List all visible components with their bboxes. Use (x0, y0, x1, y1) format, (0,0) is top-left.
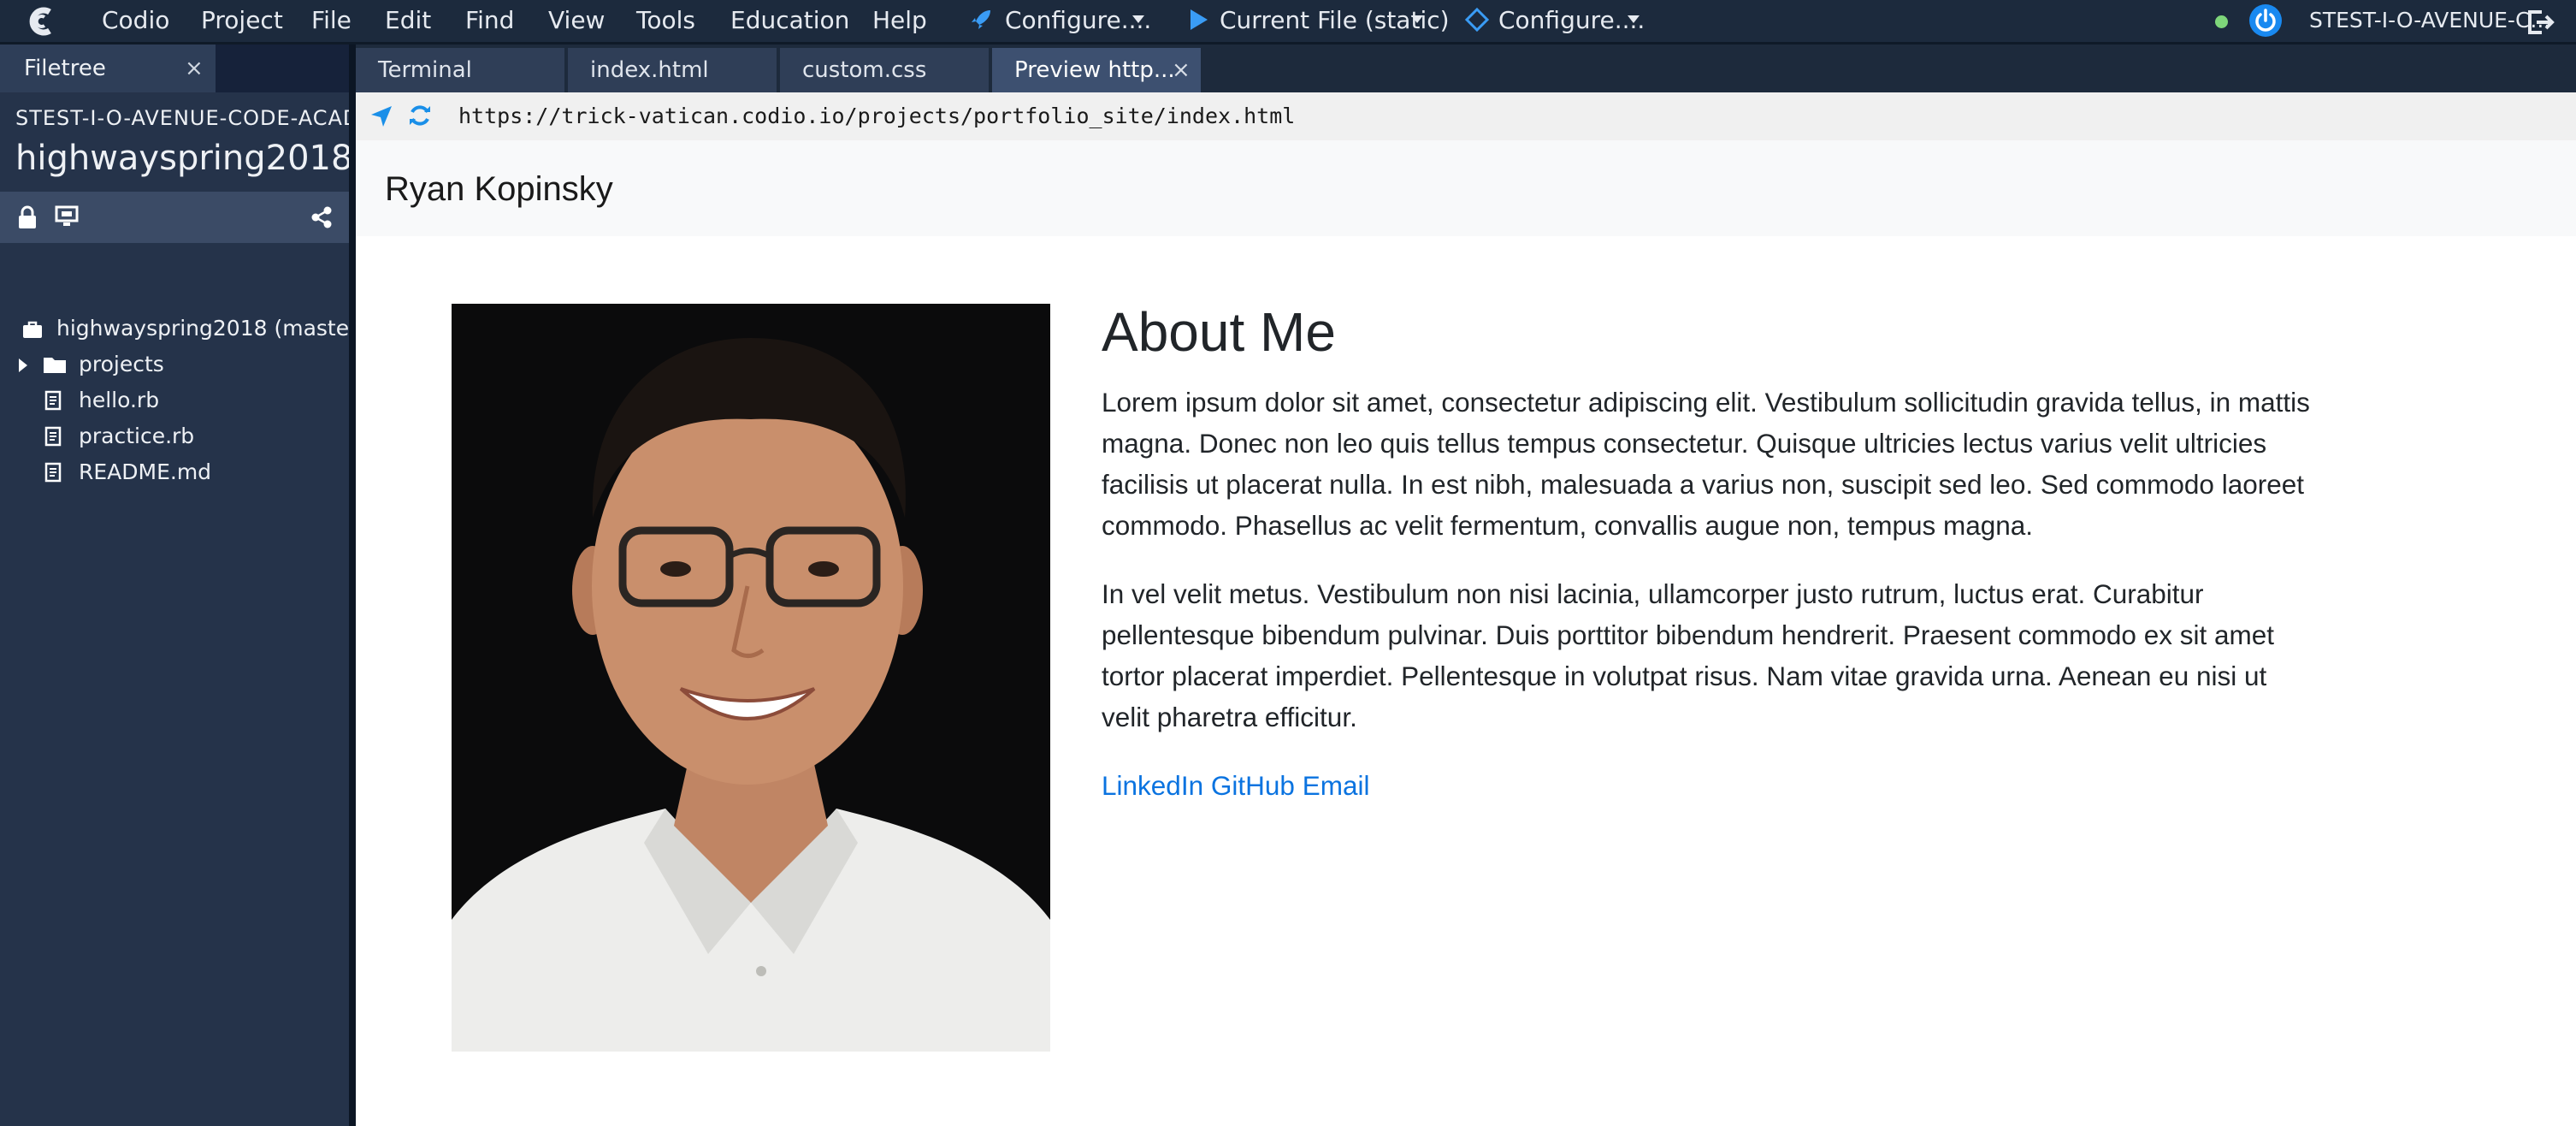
tab-terminal[interactable]: Terminal (356, 48, 564, 92)
folder-icon (44, 358, 66, 373)
box-name: highwayspring2018 (15, 139, 353, 178)
preview-page: Ryan Kopinsky About Me Lorem ipsum dolor… (356, 140, 2576, 1126)
tab-index-html[interactable]: index.html (568, 48, 777, 92)
lock-icon[interactable] (17, 205, 38, 229)
share-icon[interactable] (310, 205, 334, 229)
menu-file[interactable]: File (311, 5, 352, 36)
tree-item-label: practice.rb (79, 424, 195, 448)
configure-right-button[interactable]: Configure.... (1498, 5, 1645, 36)
caret-right-icon[interactable] (17, 358, 29, 373)
chevron-down-icon[interactable] (1411, 15, 1423, 23)
power-button[interactable] (2249, 4, 2282, 37)
status-indicator (2215, 15, 2228, 28)
navigate-icon[interactable] (369, 104, 393, 128)
menu-edit[interactable]: Edit (385, 5, 431, 36)
menu-tools[interactable]: Tools (636, 5, 695, 36)
tab-label: Preview http... (1014, 57, 1175, 83)
codio-logo-icon[interactable] (26, 5, 58, 38)
tree-item-label: hello.rb (79, 388, 160, 412)
organization-name: STEST-I-O-AVENUE-CODE-ACADEMY (15, 106, 349, 130)
tab-label: index.html (590, 57, 709, 83)
chevron-down-icon[interactable] (1132, 15, 1144, 23)
social-links: LinkedIn GitHub Email (1102, 765, 1369, 806)
tab-filetree[interactable]: Filetree × (0, 44, 216, 92)
chevron-down-icon[interactable] (1628, 15, 1640, 23)
menu-bar: Codio Project File Edit Find View Tools … (0, 0, 2576, 44)
diamond-icon (1464, 7, 1490, 33)
about-paragraph: Lorem ipsum dolor sit amet, consectetur … (1102, 387, 2310, 541)
close-icon[interactable]: × (185, 53, 204, 84)
play-icon (1191, 9, 1208, 30)
site-navbar: Ryan Kopinsky (356, 140, 2576, 236)
briefcase-icon (23, 321, 42, 338)
site-brand[interactable]: Ryan Kopinsky (385, 166, 613, 212)
profile-photo (452, 304, 1050, 1052)
refresh-icon[interactable] (407, 103, 433, 128)
logout-icon[interactable] (2525, 7, 2555, 38)
menu-education[interactable]: Education (730, 5, 849, 36)
url-input[interactable]: https://trick-vatican.codio.io/projects/… (458, 99, 1295, 133)
email-link[interactable]: Email (1303, 770, 1370, 801)
sidebar-toolbar (0, 192, 349, 243)
preview-address-bar: https://trick-vatican.codio.io/projects/… (356, 92, 2576, 141)
linkedin-link[interactable]: LinkedIn (1102, 770, 1203, 801)
about-title: About Me (1102, 301, 1336, 363)
menu-find[interactable]: Find (465, 5, 514, 36)
about-paragraph: In vel velit metus. Vestibulum non nisi … (1102, 578, 2275, 732)
power-icon (2255, 9, 2276, 32)
monitor-icon[interactable] (55, 205, 79, 228)
tree-item-label: projects (79, 352, 164, 376)
sidebar-tab-bar: Filetree × (0, 44, 349, 92)
menu-project[interactable]: Project (201, 5, 283, 36)
tree-item-label: highwayspring2018 (master) (56, 316, 367, 341)
tab-filetree-label: Filetree (24, 56, 106, 81)
configure-left-button[interactable]: Configure.... (1005, 5, 1151, 36)
sidebar-divider[interactable] (349, 44, 356, 1126)
file-icon (44, 390, 62, 411)
menu-help[interactable]: Help (872, 5, 927, 36)
file-icon (44, 462, 62, 483)
menu-view[interactable]: View (548, 5, 605, 36)
tab-custom-css[interactable]: custom.css (780, 48, 989, 92)
editor-tab-bar: Terminal index.html custom.css Preview h… (356, 44, 2576, 92)
user-account-label[interactable]: STEST-I-O-AVENUE-C... (2309, 5, 2550, 36)
menu-codio[interactable]: Codio (102, 5, 169, 36)
rocket-icon (972, 10, 990, 29)
tree-item-label: README.md (79, 459, 212, 484)
close-icon[interactable]: × (1172, 56, 1191, 84)
tab-preview[interactable]: Preview http... × (992, 48, 1201, 92)
github-link[interactable]: GitHub (1211, 770, 1295, 801)
tab-label: custom.css (802, 57, 927, 83)
file-icon (44, 426, 62, 447)
tab-label: Terminal (378, 57, 472, 83)
filetree-sidebar: Filetree × STEST-I-O-AVENUE-CODE-ACADEMY… (0, 44, 366, 1126)
